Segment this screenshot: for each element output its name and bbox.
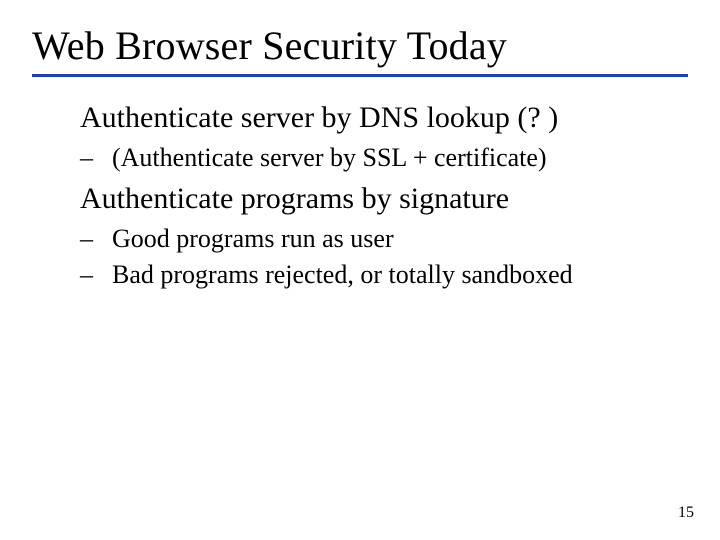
bullet-level1: Authenticate server by DNS lookup (? ) [80,99,680,137]
page-number: 15 [678,504,694,522]
bullet-text: Good programs run as user [112,224,394,253]
bullet-level2: – (Authenticate server by SSL + certific… [80,141,680,175]
dash-icon: – [96,141,112,175]
dash-icon: – [96,258,112,292]
slide-title: Web Browser Security Today [32,24,688,77]
bullet-text: (Authenticate server by SSL + certificat… [112,143,547,172]
slide-body: Authenticate server by DNS lookup (? ) –… [32,99,688,291]
bullet-text: Bad programs rejected, or totally sandbo… [112,260,573,289]
bullet-level2: – Bad programs rejected, or totally sand… [80,258,680,292]
slide: Web Browser Security Today Authenticate … [0,0,720,540]
bullet-level2: – Good programs run as user [80,222,680,256]
dash-icon: – [96,222,112,256]
bullet-level1: Authenticate programs by signature [80,180,680,218]
